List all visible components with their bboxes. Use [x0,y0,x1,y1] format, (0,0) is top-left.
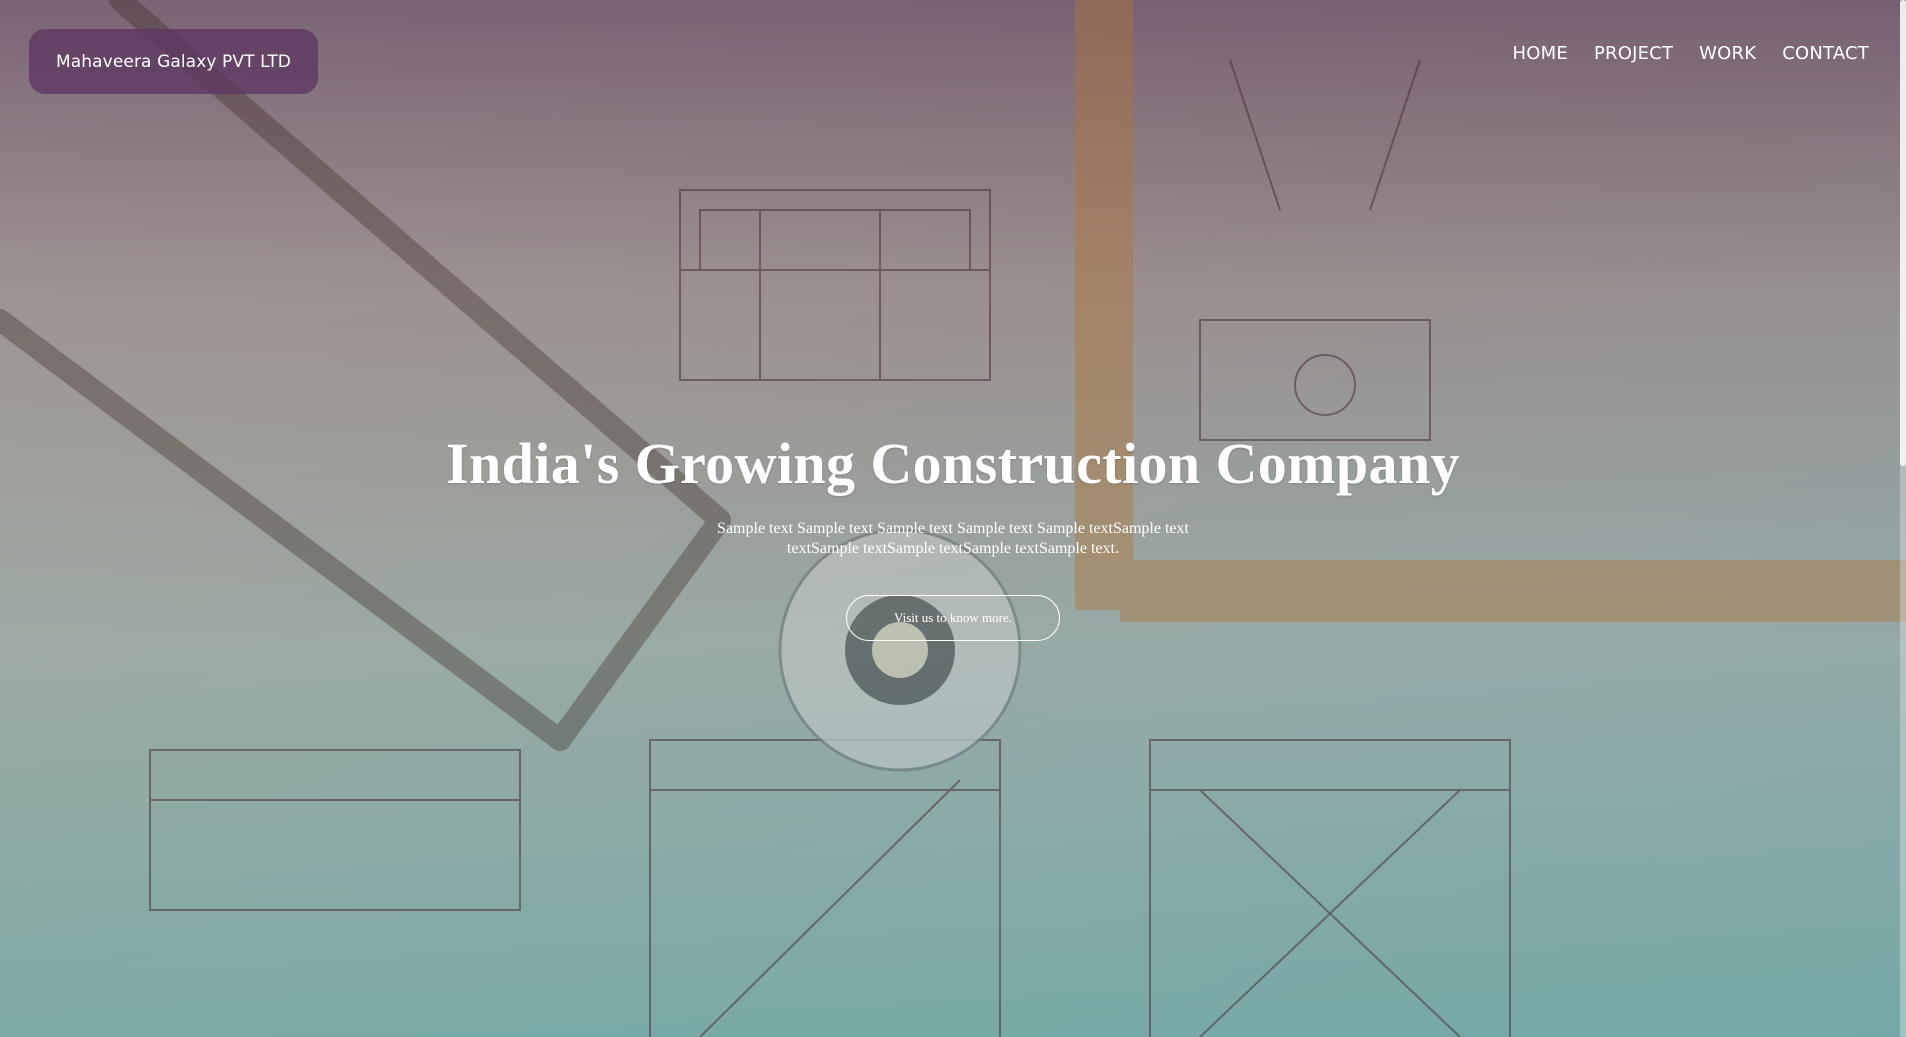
hero-title: India's Growing Construction Company [445,431,1461,496]
nav-item-work[interactable]: WORK [1699,43,1756,64]
scrollbar-thumb[interactable] [1900,0,1906,466]
brand-logo[interactable]: Mahaveera Galaxy PVT LTD [29,29,318,94]
page: Mahaveera Galaxy PVT LTD HOME PROJECT WO… [0,0,1906,1037]
main-nav: HOME PROJECT WORK CONTACT [1513,43,1869,64]
nav-item-project[interactable]: PROJECT [1594,43,1673,64]
hero-subtitle: Sample text Sample text Sample text Samp… [717,520,1189,557]
scrollbar[interactable] [1900,0,1906,1037]
nav-item-contact[interactable]: CONTACT [1782,43,1869,64]
hero-section: India's Growing Construction Company Sam… [0,430,1906,641]
visit-us-button[interactable]: Visit us to know more. [846,595,1060,641]
visit-us-button-label: Visit us to know more. [893,610,1013,625]
nav-item-home[interactable]: HOME [1513,43,1568,64]
brand-name: Mahaveera Galaxy PVT LTD [56,51,291,72]
